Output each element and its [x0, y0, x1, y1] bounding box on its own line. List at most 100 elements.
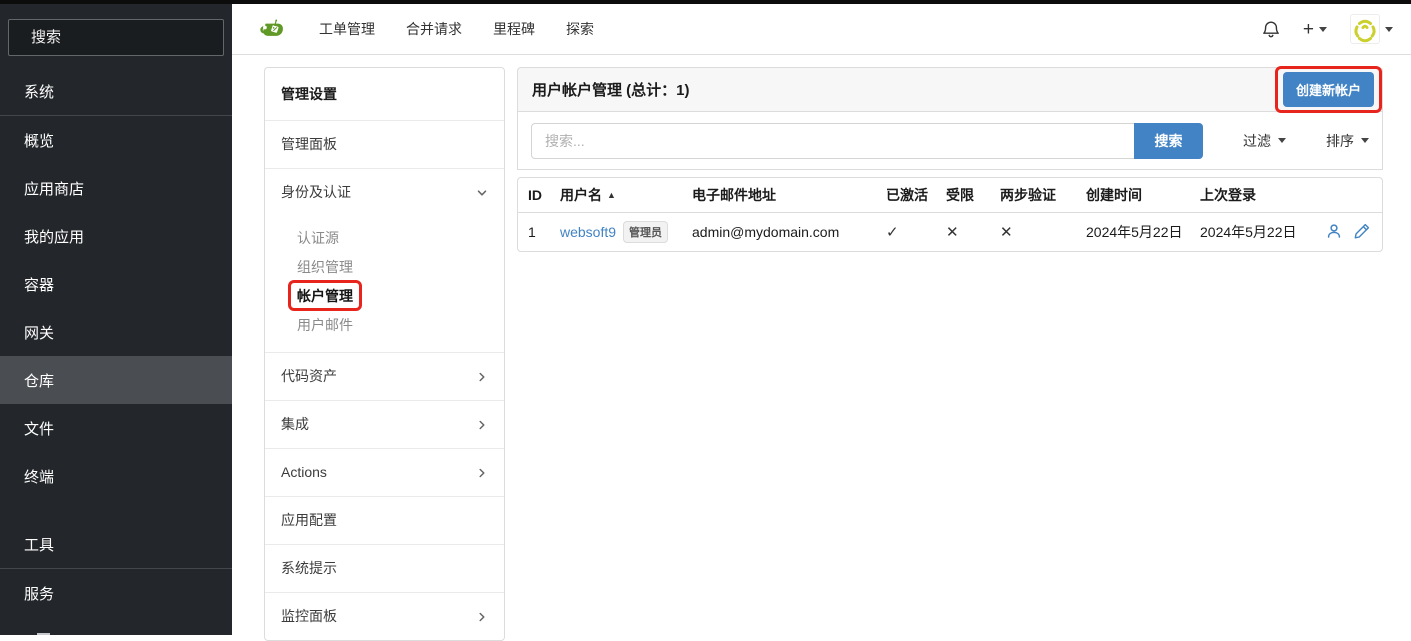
menu-item-label: 系统提示	[281, 559, 337, 578]
notifications-bell-icon[interactable]	[1262, 20, 1280, 39]
menu-item-code-assets[interactable]: 代码资产	[265, 352, 504, 400]
check-icon: ✓	[886, 224, 899, 241]
sort-label: 排序	[1326, 131, 1354, 151]
menu-item-label: 身份及认证	[281, 183, 351, 202]
user-avatar	[1350, 14, 1380, 44]
caret-down-icon	[1385, 27, 1393, 32]
cell-created: 2024年5月22日	[1076, 213, 1190, 252]
user-menu-dropdown[interactable]	[1350, 14, 1393, 44]
sidebar-item-containers[interactable]: 容器	[0, 260, 232, 308]
col-header-created: 创建时间	[1076, 178, 1190, 213]
sidebar-item-appstore[interactable]: 应用商店	[0, 164, 232, 212]
plus-icon: +	[1303, 20, 1314, 39]
menu-item-identity-auth[interactable]: 身份及认证	[265, 168, 504, 216]
create-account-button[interactable]: 创建新帐户	[1283, 72, 1374, 107]
menu-item-label: Actions	[281, 463, 327, 482]
menu-item-label: 代码资产	[281, 367, 337, 386]
menu-item-label: 集成	[281, 415, 309, 434]
cell-id: 1	[518, 213, 550, 252]
cell-last-login: 2024年5月22日	[1190, 213, 1314, 252]
cell-activated: ✓	[876, 213, 936, 252]
sidebar-search-input[interactable]	[29, 28, 232, 47]
table-header-row: ID 用户名▲ 电子邮件地址 已激活 受限 两步验证 创建时间 上次登录	[518, 178, 1382, 213]
caret-down-icon	[1278, 138, 1286, 143]
caret-down-icon	[1361, 138, 1369, 143]
create-new-dropdown[interactable]: +	[1303, 20, 1327, 39]
view-user-icon[interactable]	[1326, 223, 1342, 239]
gitea-logo-icon[interactable]	[258, 16, 285, 43]
cell-username: websoft9 管理员	[550, 213, 682, 252]
col-header-last-login: 上次登录	[1190, 178, 1314, 213]
sort-ascending-icon: ▲	[607, 190, 616, 200]
menu-item-integrations[interactable]: 集成	[265, 400, 504, 448]
sort-dropdown[interactable]: 排序	[1326, 131, 1369, 151]
navbar-right: +	[1262, 14, 1393, 44]
menu-item-label: 管理面板	[281, 135, 337, 154]
search-bar-segment: 搜索 过滤 排序	[517, 112, 1383, 170]
user-accounts-header: 用户帐户管理 (总计：1) 创建新帐户	[517, 67, 1383, 112]
search-button[interactable]: 搜索	[1134, 123, 1203, 159]
nav-item-pull-requests[interactable]: 合并请求	[406, 19, 462, 39]
sidebar-item-myapps[interactable]: 我的应用	[0, 212, 232, 260]
cross-icon: ✕	[1000, 224, 1013, 241]
main-content: 用户帐户管理 (总计：1) 创建新帐户 搜索 过滤 排序 ID 用户名▲	[517, 67, 1383, 252]
admin-menu-title: 管理设置	[265, 68, 504, 120]
edit-user-icon[interactable]	[1354, 223, 1370, 239]
menu-item-label: 监控面板	[281, 607, 337, 626]
browser-top-edge	[0, 0, 1411, 4]
nav-item-milestones[interactable]: 里程碑	[493, 19, 535, 39]
cross-icon: ✕	[946, 224, 959, 241]
user-accounts-table: ID 用户名▲ 电子邮件地址 已激活 受限 两步验证 创建时间 上次登录 1 w…	[517, 177, 1383, 252]
menu-item-actions[interactable]: Actions	[265, 448, 504, 496]
filter-label: 过滤	[1243, 131, 1271, 151]
sidebar-item-terminal[interactable]: 终端	[0, 452, 232, 500]
submenu-item-auth-sources[interactable]: 认证源	[265, 224, 504, 253]
sidebar-item-services[interactable]: 服务	[0, 569, 232, 617]
chevron-right-icon	[476, 611, 488, 623]
menu-item-label: 应用配置	[281, 511, 337, 530]
cell-actions	[1314, 213, 1382, 252]
caret-down-icon	[1319, 27, 1327, 32]
chevron-right-icon	[476, 419, 488, 431]
cell-2fa: ✕	[990, 213, 1076, 252]
chevron-right-icon	[476, 371, 488, 383]
sidebar-item-tools[interactable]: 工具	[0, 521, 232, 569]
menu-item-monitoring[interactable]: 监控面板	[265, 592, 504, 640]
admin-badge: 管理员	[623, 221, 668, 243]
col-header-2fa: 两步验证	[990, 178, 1076, 213]
sidebar-item-files[interactable]: 文件	[0, 404, 232, 452]
sidebar-item-overview[interactable]: 概览	[0, 116, 232, 164]
menu-item-admin-dashboard[interactable]: 管理面板	[265, 120, 504, 168]
col-header-email: 电子邮件地址	[682, 178, 876, 213]
sidebar-item-repository[interactable]: 仓库	[0, 356, 232, 404]
username-link[interactable]: websoft9	[560, 224, 616, 240]
identity-submenu: 认证源 组织管理 帐户管理 用户邮件	[265, 216, 504, 352]
menu-item-app-config[interactable]: 应用配置	[265, 496, 504, 544]
submenu-item-user-accounts[interactable]: 帐户管理	[265, 282, 504, 311]
sidebar-item-gateway[interactable]: 网关	[0, 308, 232, 356]
menu-item-system-notices[interactable]: 系统提示	[265, 544, 504, 592]
chevron-down-icon	[476, 187, 488, 199]
nav-item-issues[interactable]: 工单管理	[319, 19, 375, 39]
sidebar-item-system[interactable]: 系统	[0, 68, 232, 116]
top-navbar: 工单管理 合并请求 里程碑 探索 +	[232, 4, 1411, 55]
user-search-input[interactable]	[531, 123, 1134, 159]
submenu-item-user-emails[interactable]: 用户邮件	[265, 311, 504, 340]
sidebar-gap	[0, 500, 232, 521]
submenu-item-organizations[interactable]: 组织管理	[265, 253, 504, 282]
filter-dropdown[interactable]: 过滤	[1243, 131, 1286, 151]
col-header-activated: 已激活	[876, 178, 936, 213]
page-title: 用户帐户管理 (总计：1)	[532, 79, 690, 100]
cell-email: admin@mydomain.com	[682, 213, 876, 252]
table-row: 1 websoft9 管理员 admin@mydomain.com ✓ ✕ ✕ 2…	[518, 213, 1382, 252]
nav-item-explore[interactable]: 探索	[566, 19, 594, 39]
left-sidebar: 系统 概览 应用商店 我的应用 容器 网关 仓库 文件 终端 工具 服务	[0, 0, 232, 635]
col-header-actions	[1314, 178, 1382, 213]
sidebar-search-box[interactable]	[8, 19, 224, 56]
col-header-username[interactable]: 用户名▲	[550, 178, 682, 213]
col-header-restricted: 受限	[936, 178, 990, 213]
admin-settings-menu: 管理设置 管理面板 身份及认证 认证源 组织管理 帐户管理 用户邮件 代码资产 …	[264, 67, 505, 641]
col-header-id: ID	[518, 178, 550, 213]
submenu-item-label: 帐户管理	[297, 288, 353, 304]
chevron-right-icon	[476, 467, 488, 479]
